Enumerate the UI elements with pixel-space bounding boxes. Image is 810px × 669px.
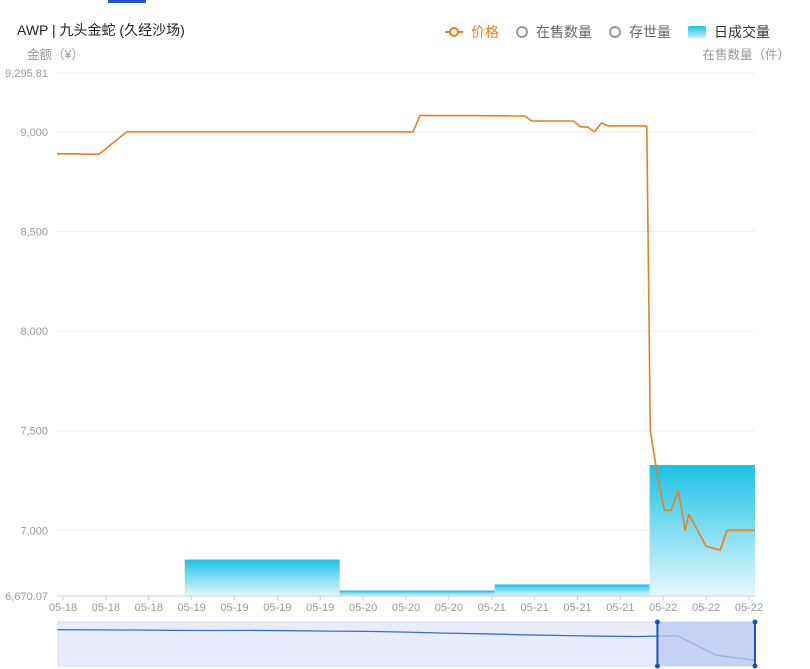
volume-bar (184, 559, 340, 596)
x-tick-label: 05-21 (563, 602, 591, 614)
y-tick-label: 6,670.07 (5, 591, 48, 603)
x-tick-label: 05-22 (735, 602, 763, 614)
y-tick-label: 9,295.81 (5, 68, 48, 80)
x-tick-label: 05-22 (649, 602, 677, 614)
x-tick-label: 05-21 (478, 602, 506, 614)
slider-window (657, 622, 755, 666)
volume-bar (494, 584, 650, 596)
slider-track (57, 621, 756, 667)
x-tick-label: 05-20 (435, 602, 463, 614)
data-zoom-slider[interactable] (57, 619, 758, 669)
x-tick-label: 05-20 (349, 602, 377, 614)
x-tick-label: 05-19 (178, 602, 206, 614)
x-tick-label: 05-18 (49, 602, 77, 614)
handle-knob (752, 619, 758, 625)
x-tick-label: 05-18 (135, 602, 163, 614)
x-tick-label: 05-19 (263, 602, 291, 614)
y-tick-label: 9,000 (20, 127, 48, 139)
handle-knob (654, 663, 660, 669)
price-chart: 9,295.81 9,000 8,500 8,000 7,500 7,000 6,670.0… (5, 68, 763, 669)
x-tick-label: 05-22 (692, 602, 720, 614)
x-tick-label: 05-21 (521, 602, 549, 614)
y-tick-label: 8,500 (20, 227, 48, 239)
x-tick-label: 05-19 (220, 602, 248, 614)
y-tick-label: 7,500 (20, 426, 48, 438)
x-tick-label: 05-19 (306, 602, 334, 614)
x-tick-label: 05-20 (392, 602, 420, 614)
x-tick-label: 05-18 (92, 602, 120, 614)
y-tick-label: 7,000 (20, 525, 48, 537)
handle-knob (654, 619, 660, 625)
x-tick-label: 05-21 (606, 602, 634, 614)
grid-lines (57, 72, 755, 531)
y-tick-label: 8,000 (20, 326, 48, 338)
handle-knob (752, 663, 758, 669)
